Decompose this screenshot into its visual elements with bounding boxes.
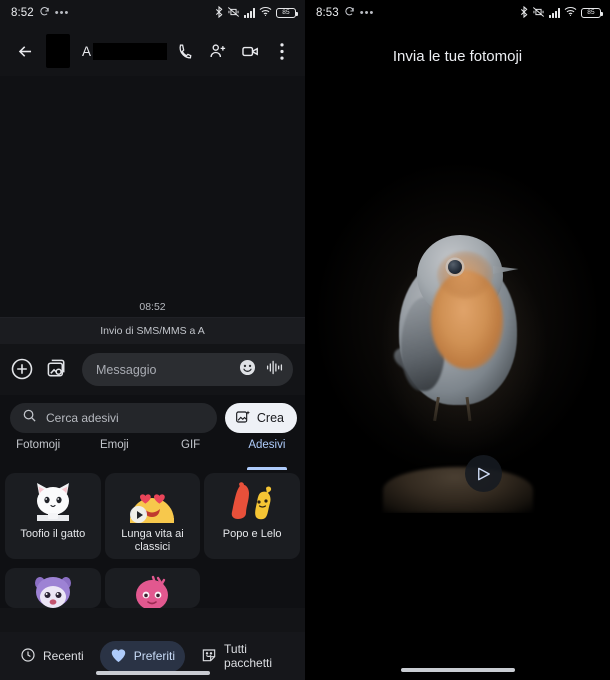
wifi-icon	[259, 6, 272, 20]
dual-screenshot: 8:52 ••• 85 A 08:52 Invio di SMS/MMS a A…	[0, 0, 610, 680]
sending-note: Invio di SMS/MMS a A	[0, 317, 305, 344]
contact-name: A	[82, 43, 92, 59]
sticker-pack-card[interactable]	[104, 568, 201, 608]
right-phone-screen: 8:53 ••• 85 Invia le tue fotomoji	[305, 0, 610, 680]
gallery-icon[interactable]	[46, 357, 72, 383]
search-input[interactable]: Cerca adesivi	[10, 403, 217, 433]
sticker-pack-card[interactable]: Lunga vita ai classici	[104, 473, 201, 559]
sticker-pack-card[interactable]	[5, 568, 101, 608]
status-bar-left: 8:52 ••• 85	[0, 0, 305, 26]
create-button[interactable]: Crea	[224, 403, 297, 433]
sticker-pack-label: Popo e Lelo	[222, 528, 282, 540]
sticker-pack-card[interactable]: Toofio il gatto	[5, 473, 101, 559]
create-image-icon	[235, 409, 251, 428]
heart-eyes-emoji-icon	[126, 480, 178, 524]
call-icon[interactable]	[171, 36, 201, 66]
sticker-panel: Cerca adesivi Crea Fotomoji Emoji GIF Ad…	[0, 395, 305, 680]
home-indicator[interactable]	[95, 671, 210, 675]
more-dots-icon: •••	[54, 7, 70, 19]
tab-fotomoji[interactable]: Fotomoji	[0, 439, 76, 468]
perch-rock	[382, 467, 533, 513]
home-indicator[interactable]	[400, 668, 515, 672]
status-time: 8:53	[316, 7, 339, 19]
contact-name-area[interactable]: A	[74, 42, 167, 60]
heart-icon	[110, 647, 127, 666]
message-composer: Messaggio	[0, 344, 305, 395]
nav-label: Tutti pacchetti	[224, 642, 273, 670]
tab-label: Adesivi	[248, 439, 286, 451]
sticker-search-row: Cerca adesivi Crea	[0, 395, 305, 439]
left-phone-screen: 8:52 ••• 85 A 08:52 Invio di SMS/MMS a A…	[0, 0, 305, 680]
nav-label: Preferiti	[133, 649, 176, 663]
avatar[interactable]	[46, 34, 70, 68]
battery-level: 85	[587, 8, 595, 16]
vibrate-off-icon	[532, 6, 545, 21]
wifi-icon	[564, 6, 577, 20]
clock-icon	[20, 647, 36, 666]
status-bar-right: 8:53 ••• 85	[305, 0, 610, 26]
bluetooth-icon	[520, 5, 528, 21]
page-title: Invia le tue fotomoji	[392, 48, 523, 65]
search-placeholder: Cerca adesivi	[46, 411, 119, 425]
emoji-icon[interactable]	[238, 358, 257, 382]
search-icon	[22, 408, 37, 428]
tab-label: Emoji	[99, 439, 129, 451]
sticker-pack-card[interactable]: Popo e Lelo	[204, 473, 300, 559]
plus-icon[interactable]	[10, 357, 36, 383]
contact-name-redacted	[93, 42, 167, 60]
nav-recenti[interactable]: Recenti	[10, 641, 94, 672]
robin-bird-photo	[389, 229, 523, 422]
sticker-pack-grid: Toofio il gatto Lunga vita ai classici P…	[0, 468, 305, 559]
sync-icon	[39, 6, 50, 20]
bluetooth-icon	[215, 5, 223, 21]
send-button[interactable]	[465, 455, 502, 492]
nav-tutti-pacchetti[interactable]: Tutti pacchetti	[191, 636, 295, 676]
purple-creature-icon	[30, 575, 76, 608]
signal-icon	[549, 8, 560, 18]
voice-icon[interactable]	[265, 359, 284, 381]
conversation-top-bar: A	[0, 26, 305, 76]
white-cat-icon	[29, 480, 77, 524]
tab-emoji[interactable]: Emoji	[76, 439, 152, 468]
more-dots-icon: •••	[359, 7, 375, 19]
create-button-label: Crea	[256, 411, 284, 425]
add-person-icon[interactable]	[203, 36, 233, 66]
sticker-icon	[201, 647, 217, 666]
pink-creature-icon	[129, 575, 175, 608]
tab-label: GIF	[181, 439, 201, 451]
nav-label: Recenti	[43, 649, 84, 663]
photo-preview[interactable]	[305, 81, 610, 513]
sticker-tabs: Fotomoji Emoji GIF Adesivi	[0, 439, 305, 470]
nav-preferiti[interactable]: Preferiti	[99, 640, 186, 672]
red-yellow-creatures-icon	[226, 480, 278, 524]
message-input[interactable]: Messaggio	[82, 353, 293, 386]
signal-icon	[244, 8, 255, 18]
video-call-icon[interactable]	[235, 36, 265, 66]
overflow-menu-icon[interactable]	[267, 36, 297, 66]
sticker-pack-grid-partial	[0, 563, 305, 608]
message-input-placeholder: Messaggio	[96, 362, 157, 377]
battery-icon: 85	[276, 7, 298, 19]
battery-icon: 85	[581, 7, 603, 19]
sync-icon	[344, 6, 355, 20]
sticker-pack-label: Lunga vita ai classici	[121, 528, 184, 553]
tab-adesivi[interactable]: Adesivi	[229, 439, 305, 470]
tab-label: Fotomoji	[16, 439, 61, 451]
sticker-pack-label: Toofio il gatto	[20, 528, 86, 540]
battery-level: 85	[282, 8, 290, 16]
message-timestamp: 08:52	[139, 301, 166, 313]
back-button[interactable]	[10, 36, 40, 66]
status-time: 8:52	[11, 7, 34, 19]
vibrate-off-icon	[227, 6, 240, 21]
tab-gif[interactable]: GIF	[153, 439, 229, 468]
tab-indicator	[246, 467, 287, 470]
message-thread: 08:52 Invio di SMS/MMS a A	[0, 76, 305, 344]
